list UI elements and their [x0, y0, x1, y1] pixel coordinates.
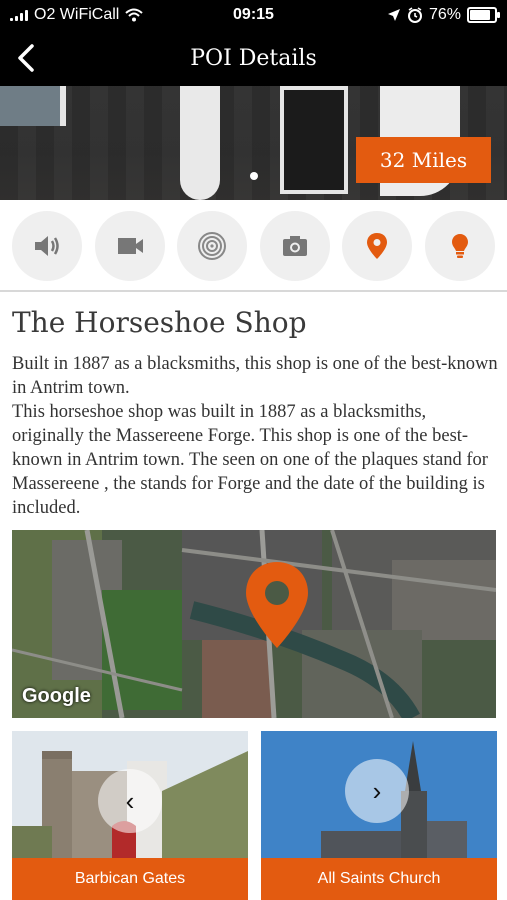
video-button[interactable] [94, 211, 165, 281]
map-attribution: Google [22, 685, 91, 707]
ar-scan-button[interactable] [177, 211, 248, 281]
card-label: All Saints Church [261, 858, 497, 900]
nearby-card-barbican-gates[interactable]: ‹ Barbican Gates [12, 731, 248, 900]
hero-window [0, 86, 66, 126]
map-pin-icon [367, 233, 388, 259]
section-divider [0, 290, 507, 292]
audio-button[interactable] [12, 211, 83, 281]
media-action-row [0, 205, 507, 287]
battery-percent: 76% [428, 6, 461, 23]
photo-button[interactable] [259, 211, 330, 281]
card-label: Barbican Gates [12, 858, 248, 900]
alarm-clock-icon [407, 7, 422, 23]
camera-icon [282, 236, 307, 256]
status-bar: O2 WiFiCall 09:15 76% [0, 0, 507, 32]
next-button[interactable]: › [345, 759, 409, 823]
distance-badge: 32 Miles [356, 137, 491, 183]
lightbulb-icon [451, 234, 468, 258]
speaker-icon [35, 236, 59, 256]
nearby-card-all-saints-church[interactable]: › All Saints Church [261, 731, 497, 900]
previous-button[interactable]: ‹ [98, 769, 162, 833]
hero-door [280, 86, 348, 194]
page-title: POI Details [190, 46, 317, 71]
poi-title: The Horseshoe Shop [12, 306, 307, 339]
status-right: 76% [387, 6, 500, 24]
map-marker-icon[interactable] [242, 560, 312, 650]
navigation-bar: POI Details [0, 32, 507, 86]
location-map[interactable]: Google [12, 530, 496, 718]
location-arrow-icon [387, 9, 400, 21]
video-camera-icon [117, 238, 143, 254]
poi-description: Built in 1887 as a blacksmiths, this sho… [12, 354, 498, 518]
map-location-button[interactable] [342, 211, 413, 281]
battery-icon [467, 7, 500, 23]
radar-target-icon [198, 232, 227, 260]
carousel-indicator [250, 172, 258, 180]
info-tip-button[interactable] [424, 211, 495, 281]
